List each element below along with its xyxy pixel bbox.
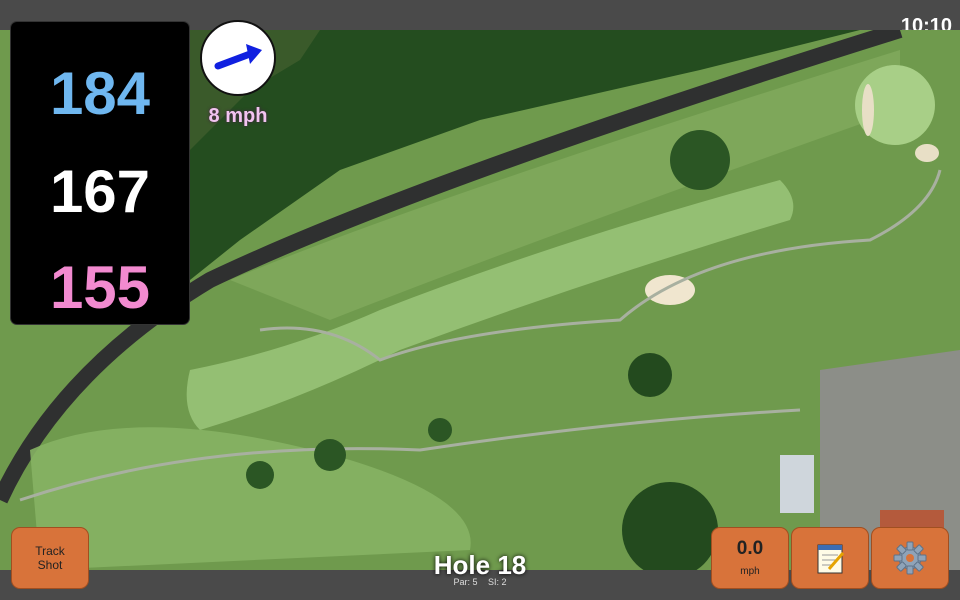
wind-speed: 8 mph: [208, 105, 268, 127]
stroke-index-label: SI: 2: [488, 577, 507, 587]
speed-value: 0.0: [736, 538, 764, 559]
back-yardage: 184: [49, 60, 151, 127]
arrow-east-northeast-icon: [214, 44, 262, 70]
notepad-icon: [817, 544, 845, 574]
par-label: Par: 5: [453, 577, 478, 587]
speed-unit: mph: [740, 566, 760, 577]
settings-button[interactable]: [872, 528, 948, 588]
middle-yardage: 167: [49, 158, 151, 225]
yardage-panel: 184 167 155: [11, 22, 189, 324]
track-label-line1: Track: [35, 544, 65, 558]
gear-icon: [893, 541, 927, 575]
track-shot-button[interactable]: Track Shot: [12, 528, 88, 588]
front-yardage: 155: [49, 254, 151, 321]
shot-speed-button[interactable]: 0.0 mph: [712, 528, 788, 588]
wind-direction-indicator: [200, 20, 276, 96]
hole-details: Par: 5 SI: 2: [380, 577, 580, 587]
track-label-line2: Shot: [37, 558, 63, 572]
notes-button[interactable]: [792, 528, 868, 588]
